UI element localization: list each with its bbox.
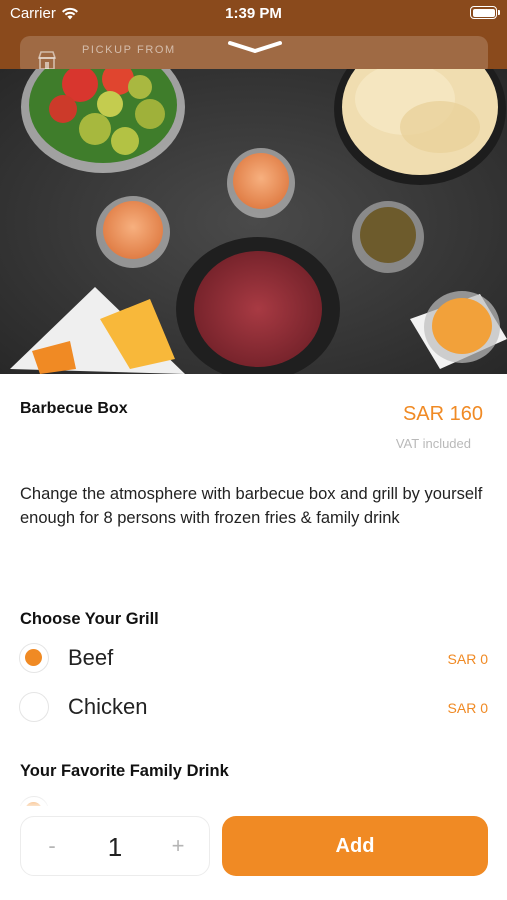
vat-note: VAT included xyxy=(395,436,471,451)
status-bar: Carrier 1:39 PM xyxy=(0,0,507,28)
bottom-action-bar: - 1 + Add xyxy=(0,806,507,900)
radio-beef[interactable] xyxy=(19,643,49,673)
status-time: 1:39 PM xyxy=(225,5,282,22)
option-beef[interactable]: Beef SAR 0 xyxy=(18,641,488,677)
product-image xyxy=(0,69,507,374)
option-price: SAR 0 xyxy=(447,700,488,716)
radio-chicken[interactable] xyxy=(19,692,49,722)
product-title: Barbecue Box xyxy=(20,400,128,417)
header-bar: Carrier 1:39 PM PICKUP FROM xyxy=(0,0,507,76)
pickup-label: PICKUP FROM xyxy=(82,44,176,56)
store-icon xyxy=(37,51,57,70)
spice-jar-icon xyxy=(352,201,424,273)
chevron-down-icon[interactable] xyxy=(227,39,283,55)
battery-icon xyxy=(470,6,500,19)
option-label: Beef xyxy=(68,645,114,670)
add-button[interactable]: Add xyxy=(222,816,488,876)
quantity-stepper: - 1 + xyxy=(20,816,210,876)
increment-button[interactable]: + xyxy=(163,831,193,861)
option-label: Chicken xyxy=(68,694,148,719)
product-price: SAR 160 xyxy=(402,403,483,425)
option-price: SAR 0 xyxy=(447,651,488,667)
product-description: Change the atmosphere with barbecue box … xyxy=(20,485,483,527)
drink-section-title: Your Favorite Family Drink xyxy=(20,762,229,780)
grill-section-title: Choose Your Grill xyxy=(20,610,159,628)
option-chicken[interactable]: Chicken SAR 0 xyxy=(18,690,488,726)
